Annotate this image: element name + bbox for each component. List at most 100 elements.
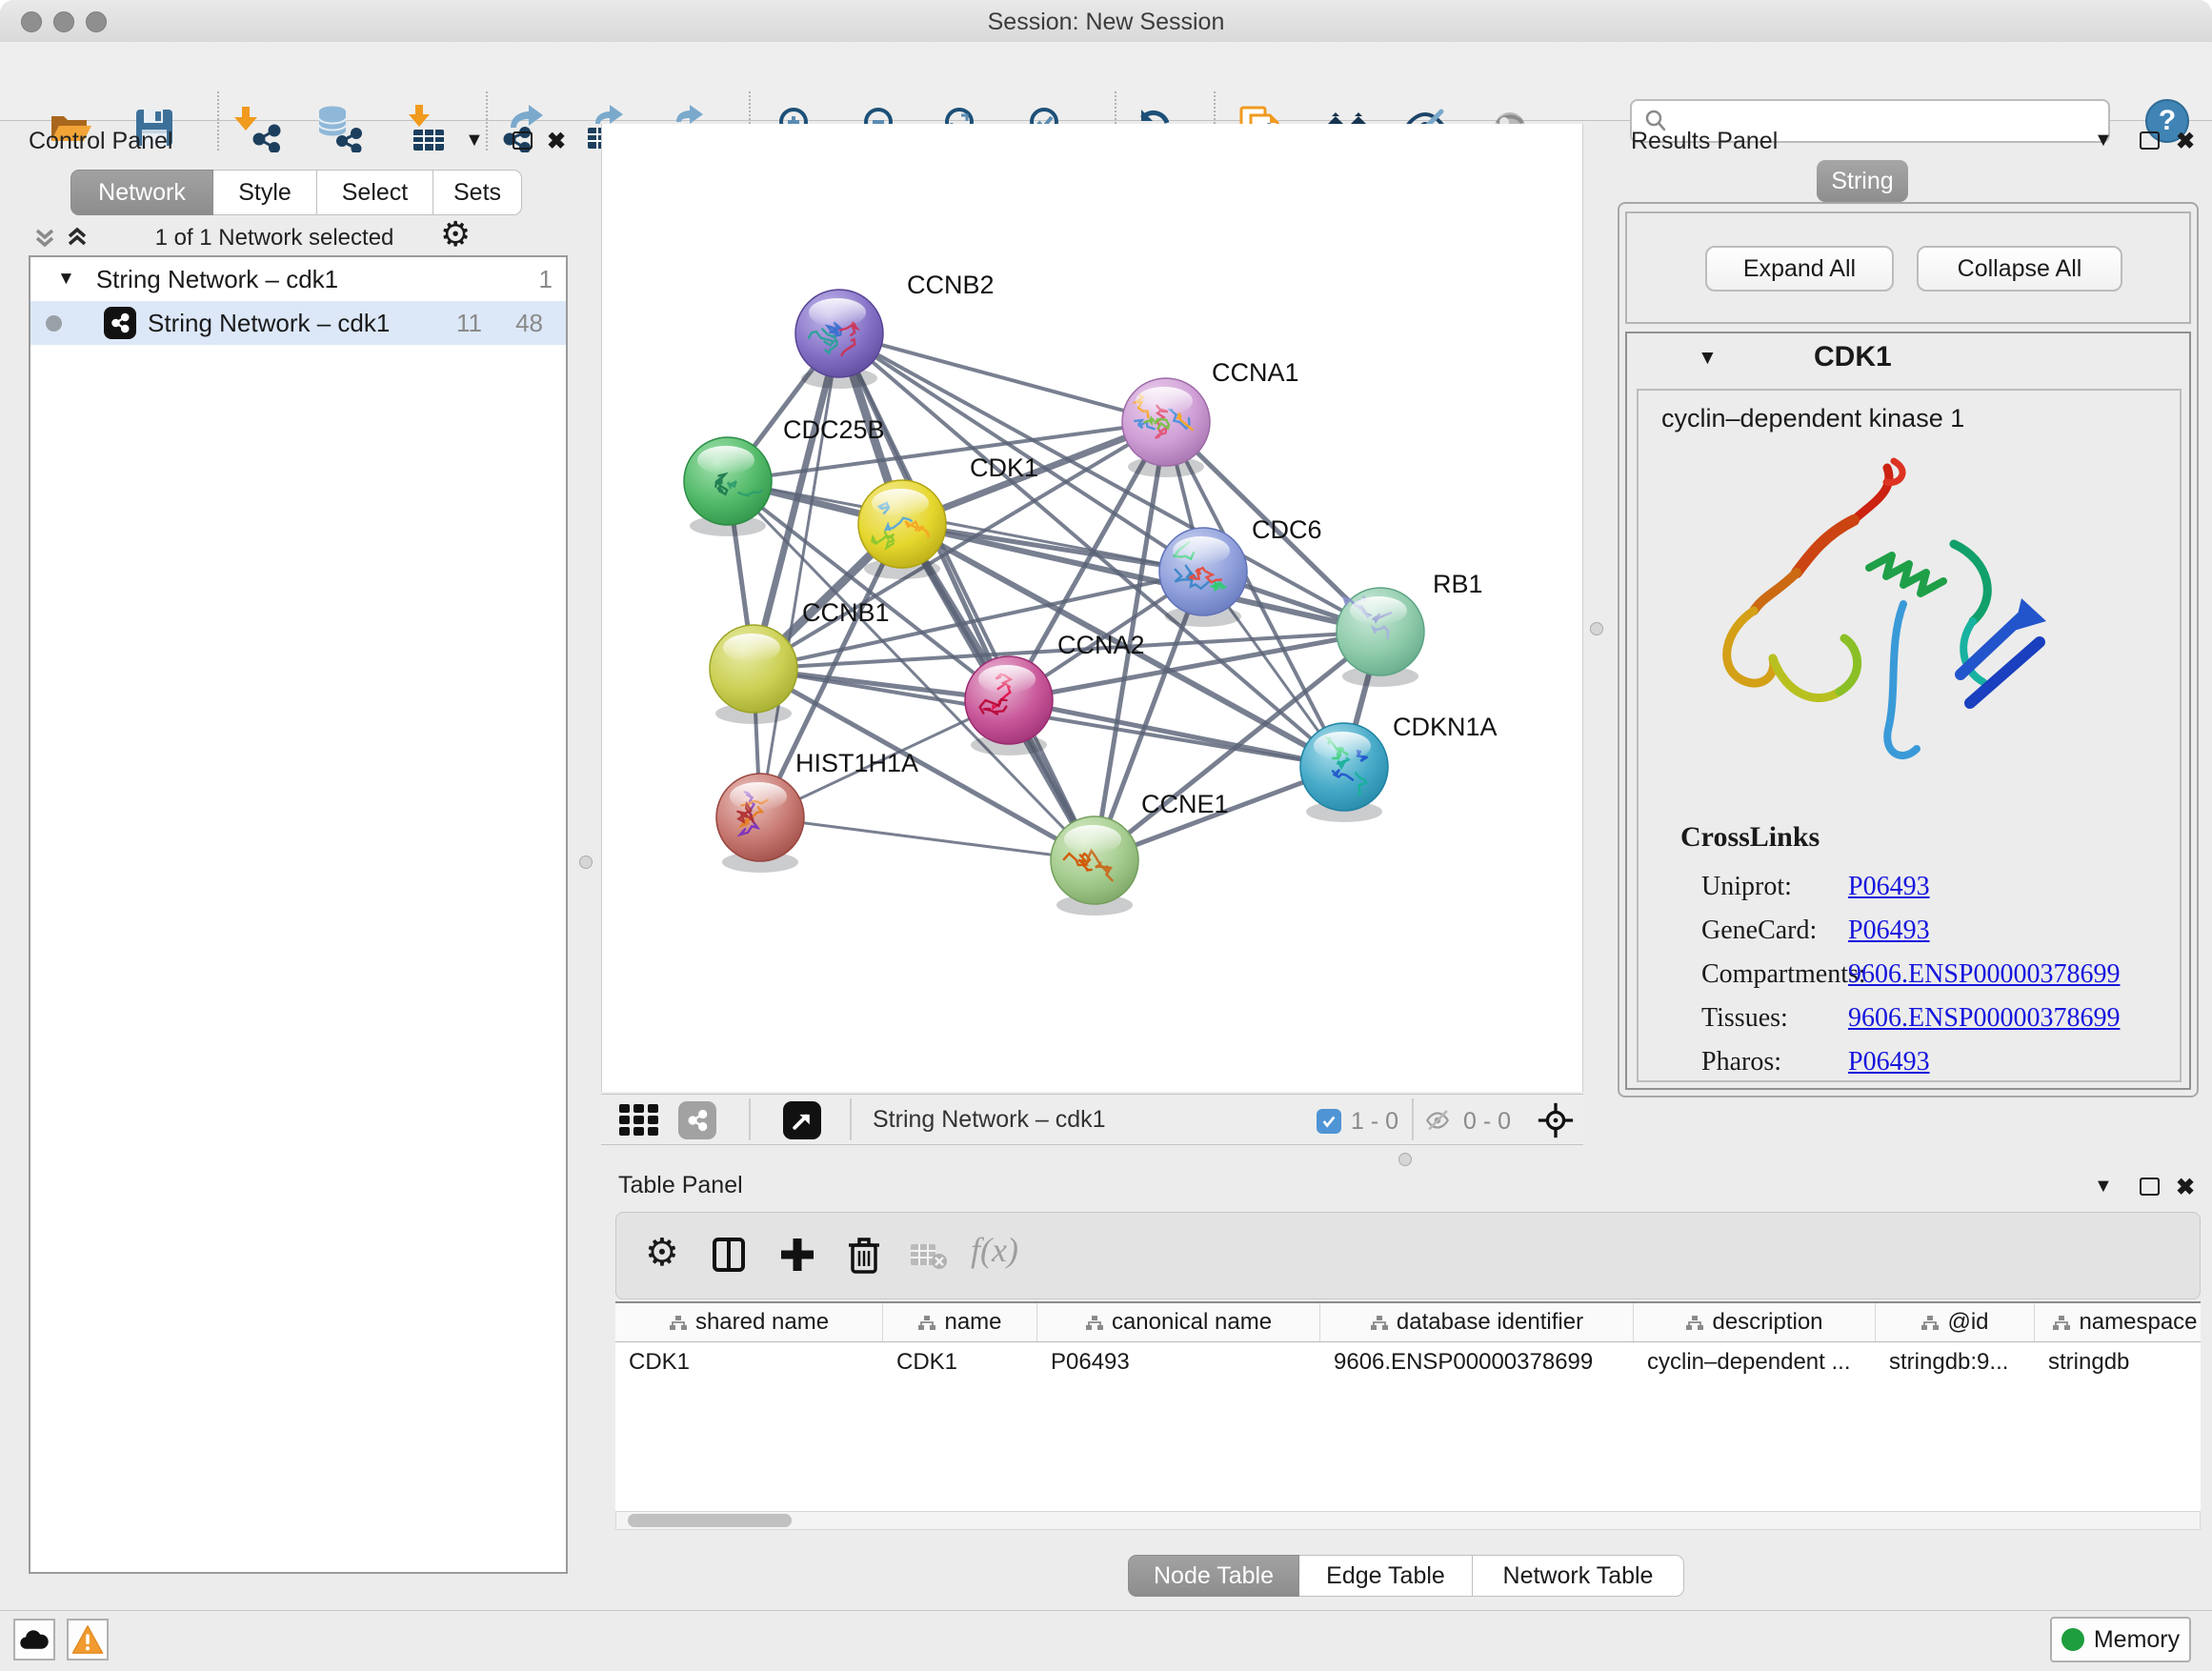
network-collection-row[interactable]: ▼ String Network – cdk1 1	[30, 257, 566, 301]
network-node-cdc25b[interactable]	[684, 437, 772, 536]
collapse-all-networks-icon[interactable]	[63, 223, 91, 258]
warnings-button[interactable]	[67, 1619, 109, 1661]
detach-view-button[interactable]	[783, 1101, 821, 1139]
scrollbar-thumb[interactable]	[628, 1514, 792, 1527]
network-row-selected[interactable]: String Network – cdk1 11 48	[30, 301, 566, 345]
column-header--id[interactable]: @id	[1876, 1303, 2035, 1341]
table-row[interactable]: CDK1CDK1P064939606.ENSP00000378699cyclin…	[615, 1342, 2201, 1382]
network-node-ccnb1[interactable]	[710, 625, 797, 724]
network-node-cdkn1a[interactable]	[1300, 723, 1388, 822]
memory-button[interactable]: Memory	[2050, 1617, 2191, 1662]
expand-all-networks-icon[interactable]	[30, 223, 59, 258]
tab-network[interactable]: Network	[70, 170, 213, 215]
collection-count: 1	[539, 265, 553, 294]
network-view-canvas[interactable]: CCNB2CCNA1CDC25BCDK1CDC6RB1CCNB1CCNA2CDK…	[601, 124, 1583, 1092]
expand-all-button[interactable]: Expand All	[1705, 246, 1894, 292]
cloud-status-button[interactable]	[13, 1619, 55, 1661]
network-edge-count: 48	[515, 309, 543, 338]
view-network-name: String Network – cdk1	[873, 1106, 1106, 1134]
network-node-ccnb2[interactable]	[795, 290, 883, 389]
network-node-ccne1[interactable]	[1051, 816, 1138, 916]
table-cell[interactable]: stringdb:9...	[1876, 1342, 2035, 1382]
show-grid-button[interactable]	[619, 1104, 661, 1143]
tree-expander-icon[interactable]: ▼	[57, 269, 75, 290]
network-node-ccna1[interactable]	[1122, 378, 1210, 477]
table-cell[interactable]: P06493	[1037, 1342, 1320, 1382]
network-node-cdk1[interactable]	[858, 480, 946, 579]
network-edge[interactable]	[839, 333, 1380, 632]
table-cell[interactable]: stringdb	[2035, 1342, 2201, 1382]
network-node-cdc6[interactable]	[1159, 528, 1247, 627]
tab-edge-table[interactable]: Edge Table	[1299, 1555, 1473, 1597]
table-cell[interactable]: CDK1	[615, 1342, 883, 1382]
table-horizontal-scrollbar[interactable]	[615, 1511, 2201, 1530]
network-edge[interactable]	[1009, 700, 1344, 767]
column-header-description[interactable]: description	[1634, 1303, 1876, 1341]
tab-select[interactable]: Select	[317, 170, 433, 215]
function-builder-button[interactable]: f(x)	[971, 1230, 1018, 1270]
close-panel-icon[interactable]: ✖	[2176, 128, 2195, 155]
column-header-canonical-name[interactable]: canonical name	[1037, 1303, 1320, 1341]
collapse-entry-icon[interactable]: ▼	[1698, 347, 1718, 370]
table-header-row: shared namename canonical name database id…	[615, 1303, 2201, 1342]
network-node-hist1h1a[interactable]	[716, 774, 804, 873]
float-panel-icon[interactable]	[513, 131, 533, 150]
tab-node-table[interactable]: Node Table	[1128, 1555, 1299, 1597]
close-panel-icon[interactable]: ✖	[547, 128, 566, 155]
add-column-button[interactable]	[778, 1236, 816, 1280]
collapse-all-button[interactable]: Collapse All	[1917, 246, 2122, 292]
table-options-gear-icon[interactable]: ⚙	[645, 1236, 679, 1270]
network-options-gear-icon[interactable]: ⚙	[440, 217, 471, 252]
tab-network-table[interactable]: Network Table	[1473, 1555, 1684, 1597]
network-node-ccna2[interactable]	[965, 656, 1053, 755]
column-header-name[interactable]: name	[883, 1303, 1037, 1341]
crosslink-value-link[interactable]: P06493	[1848, 916, 1930, 946]
collapse-panel-icon[interactable]: ▼	[465, 130, 484, 151]
table-cell[interactable]: cyclin–dependent ...	[1634, 1342, 1876, 1382]
network-node-count: 11	[456, 309, 482, 338]
node-label: CCNA1	[1212, 358, 1299, 387]
network-edge[interactable]	[760, 333, 839, 817]
crosslink-row: Tissues:9606.ENSP00000378699	[1701, 997, 2168, 1040]
plus-icon	[778, 1236, 816, 1274]
crosslink-row: GeneCard:P06493	[1701, 909, 2168, 953]
column-header-shared-name[interactable]: shared name	[615, 1303, 883, 1341]
float-panel-icon[interactable]	[2140, 131, 2160, 150]
right-splitter-handle[interactable]	[1590, 622, 1603, 635]
selected-checkbox-icon[interactable]	[1317, 1109, 1341, 1134]
crosslink-label: Pharos:	[1701, 1047, 1848, 1077]
column-header-namespace[interactable]: namespace	[2035, 1303, 2201, 1341]
open-external-arrow-icon	[790, 1108, 814, 1133]
crosslink-value-link[interactable]: P06493	[1848, 872, 1930, 902]
crosslink-value-link[interactable]: 9606.ENSP00000378699	[1848, 959, 2120, 990]
show-columns-button[interactable]	[710, 1236, 748, 1280]
viewbar-separator	[749, 1098, 751, 1140]
left-splitter-handle[interactable]	[579, 856, 593, 869]
tab-sets[interactable]: Sets	[433, 170, 522, 215]
crosslink-value-link[interactable]: 9606.ENSP00000378699	[1848, 1003, 2120, 1034]
node-label: HIST1H1A	[795, 749, 918, 777]
column-header-database-identifier[interactable]: database identifier	[1320, 1303, 1634, 1341]
table-cell[interactable]: 9606.ENSP00000378699	[1320, 1342, 1634, 1382]
birds-eye-toggle-button[interactable]	[1536, 1100, 1576, 1147]
column-tree-icon	[1685, 1314, 1704, 1331]
column-header-label: canonical name	[1112, 1309, 1272, 1336]
collapse-panel-icon[interactable]: ▼	[2094, 1176, 2113, 1198]
collapse-panel-icon[interactable]: ▼	[2094, 130, 2113, 151]
float-panel-icon[interactable]	[2140, 1178, 2160, 1196]
main-toolbar: ?	[0, 42, 2212, 121]
network-node-rb1[interactable]	[1337, 588, 1424, 687]
crosslink-label: Tissues:	[1701, 1003, 1848, 1034]
tab-style[interactable]: Style	[213, 170, 317, 215]
close-panel-icon[interactable]: ✖	[2176, 1174, 2195, 1201]
delete-column-button[interactable]	[845, 1234, 883, 1282]
tab-string[interactable]: String	[1817, 160, 1908, 202]
network-view-badge[interactable]	[678, 1101, 716, 1139]
delete-table-button[interactable]	[910, 1243, 948, 1277]
crosslink-value-link[interactable]: P06493	[1848, 1047, 1930, 1077]
column-tree-icon	[2052, 1314, 2071, 1331]
table-cell[interactable]: CDK1	[883, 1342, 1037, 1382]
bottom-splitter-handle[interactable]	[1398, 1153, 1412, 1166]
gene-details: cyclin–dependent kinase 1	[1637, 389, 2182, 1082]
network-edge[interactable]	[760, 817, 1095, 860]
